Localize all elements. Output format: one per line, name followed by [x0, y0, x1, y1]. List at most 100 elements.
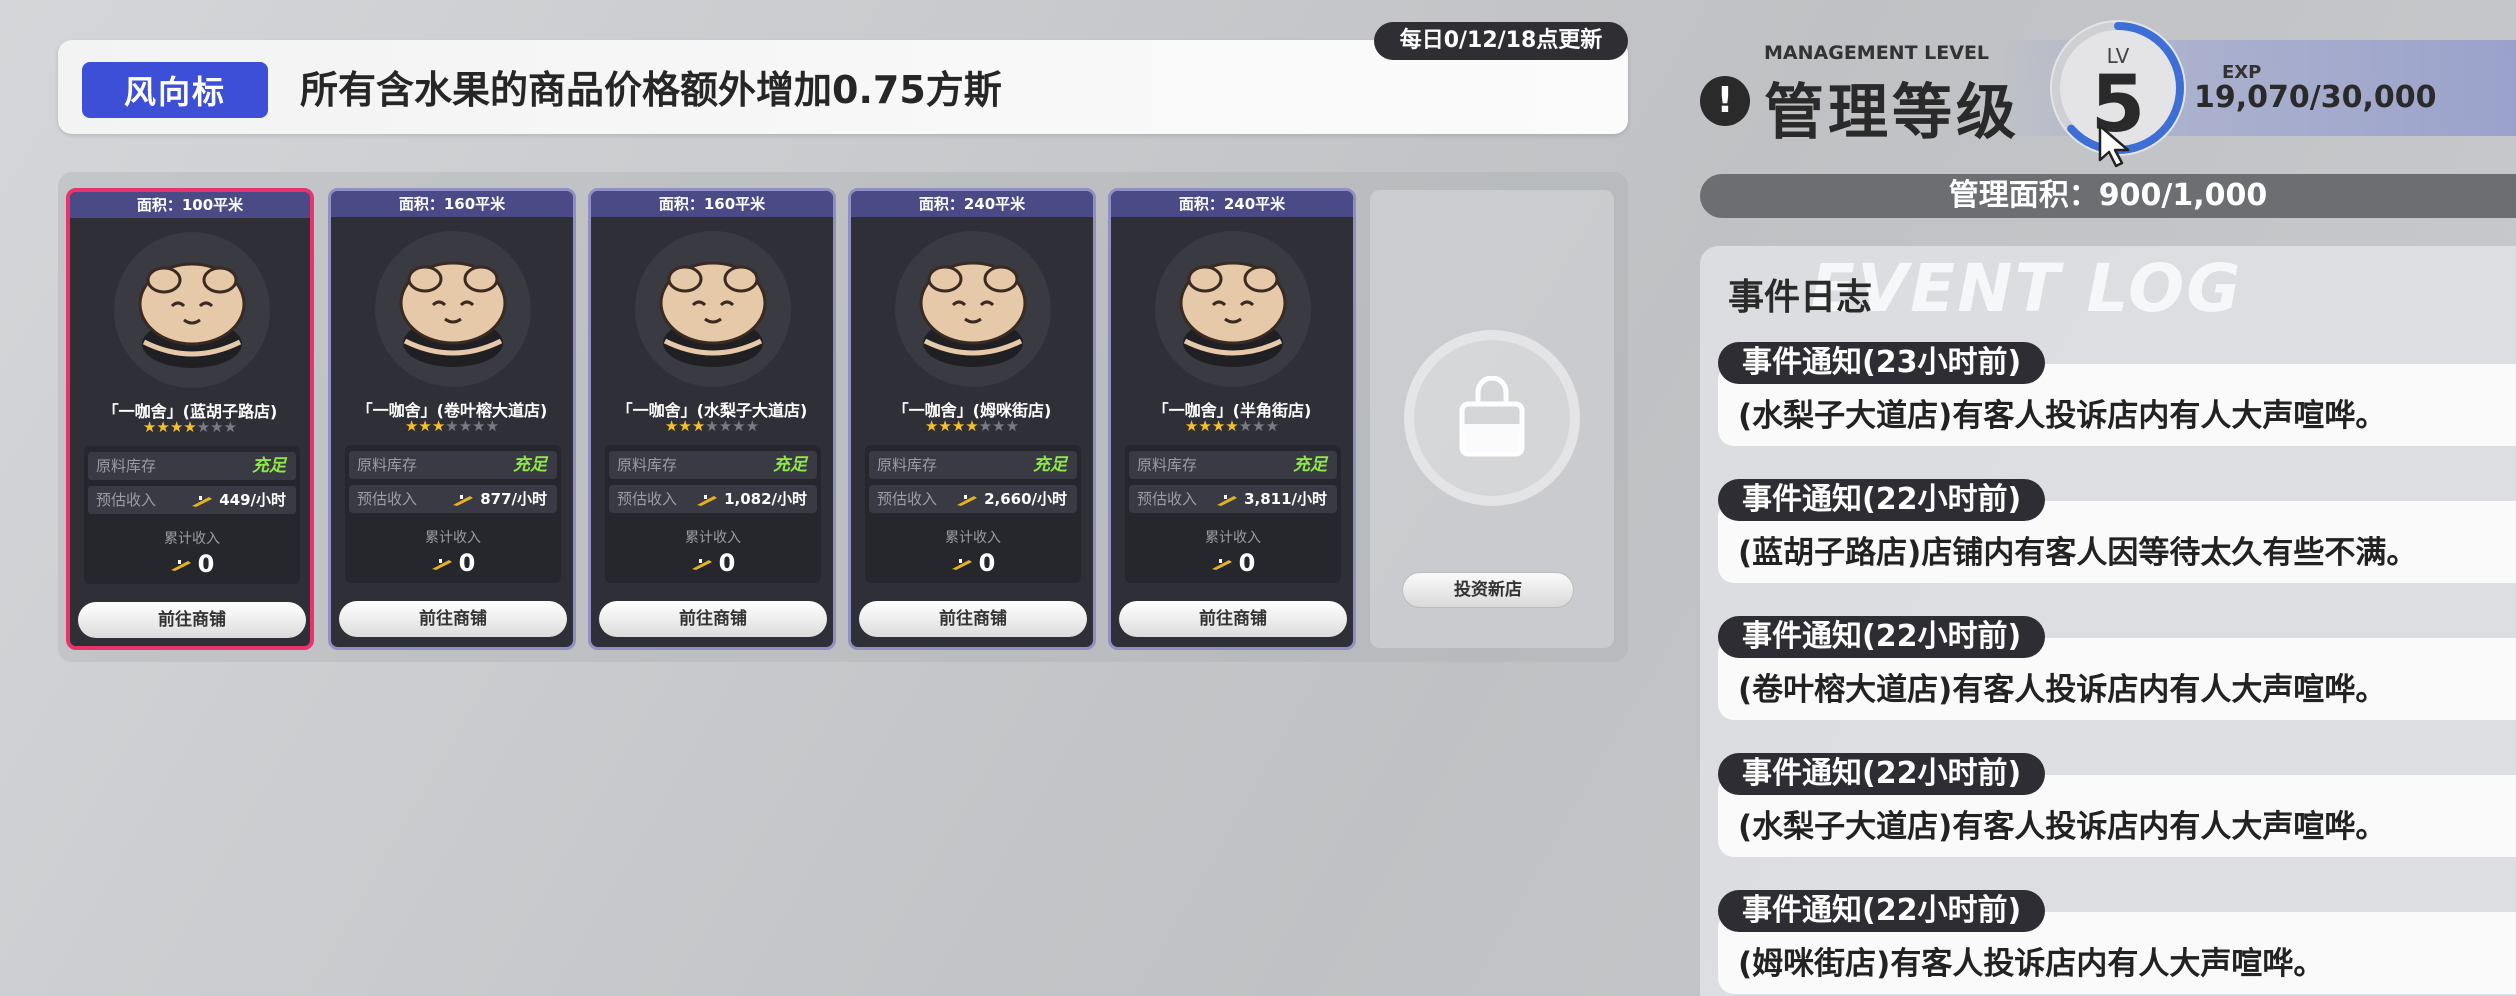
shop-area-label: 面积：160平米: [331, 191, 573, 217]
event-entry: (水梨子大道店)有客人投诉店内有人大声喧哗。 事件通知(22小时前): [1718, 753, 2516, 857]
shop-card[interactable]: 面积：160平米 「一咖舍」(水梨子大道店) ★★★★★★★ 原料库存 充足 预估收入 1,…: [588, 188, 836, 650]
shop-mascot-icon: [1179, 261, 1287, 367]
star-icon: ★: [210, 418, 224, 436]
shop-card[interactable]: 面积：240平米 「一咖舍」(半角街店) ★★★★★★★ 原料库存 充足 预估收入 3,81…: [1108, 188, 1356, 650]
accum-label: 累计收入: [164, 531, 220, 547]
mouse-cursor-icon: [2098, 124, 2130, 168]
star-icon: ★: [142, 418, 157, 436]
accum-value-wrap: 0: [865, 549, 1081, 577]
new-shop-ring: [1404, 330, 1580, 506]
stock-label: 原料库存: [877, 456, 938, 474]
income-row: 预估收入 3,811/小时: [1129, 485, 1337, 513]
star-icon: ★: [458, 417, 473, 435]
shop-portrait: [635, 231, 791, 387]
accum-value: 0: [718, 549, 736, 577]
income-row: 预估收入 449/小时: [88, 486, 296, 514]
shop-card[interactable]: 面积：160平米 「一咖舍」(卷叶榕大道店) ★★★★★★★ 原料库存 充足 预估收入 87…: [328, 188, 576, 650]
shop-rating: ★★★★★★★: [70, 418, 310, 436]
event-log-panel[interactable]: EVENT LOG 事件日志 (水梨子大道店)有客人投诉店内有人大声喧哗。 事件通…: [1700, 246, 2516, 996]
event-entry: (蓝胡子路店)店铺内有客人因等待太久有些不满。 事件通知(22小时前): [1718, 479, 2516, 583]
star-icon: ★: [924, 417, 939, 435]
shop-stats: 原料库存 充足预估收入 449/小时累计收入 0: [84, 446, 300, 584]
star-icon: ★: [445, 417, 459, 435]
coin-icon: [957, 494, 978, 506]
shop-card[interactable]: 面积：240平米 「一咖舍」(姆咪街店) ★★★★★★★ 原料库存 充足 预估收入 2,66…: [848, 188, 1096, 650]
star-icon: ★: [978, 417, 993, 435]
star-icon: ★: [196, 418, 211, 436]
stock-value: 充足: [773, 455, 807, 475]
accum-value-wrap: 0: [1125, 549, 1341, 577]
star-icon: ★: [1252, 417, 1266, 435]
star-icon: ★: [718, 417, 733, 435]
shop-rating: ★★★★★★★: [591, 417, 833, 435]
coin-icon: [951, 559, 972, 570]
shop-card[interactable]: 面积：100平米 「一咖舍」(蓝胡子路店) ★★★★★★★ 原料库存 充足 预估收入 449…: [66, 188, 314, 650]
shop-stats: 原料库存 充足 预估收入 877/小时 累计收入 0: [345, 445, 561, 583]
accum-label: 累计收入: [425, 530, 481, 546]
coin-icon: [691, 559, 712, 570]
star-icon: ★: [732, 417, 746, 435]
income-value: 449/小时: [219, 491, 286, 509]
income-row: 预估收入 1,082/小时: [609, 485, 817, 513]
shop-portrait: [895, 231, 1051, 387]
stock-row: 原料库存 充足: [349, 451, 557, 479]
shop-mascot-icon: [399, 261, 507, 367]
star-icon: ★: [1238, 417, 1253, 435]
income-value-wrap: 1,082/小时: [696, 485, 807, 513]
shop-portrait: [375, 231, 531, 387]
shop-stats: 原料库存 充足 预估收入 2,660/小时 累计收入 0: [865, 445, 1081, 583]
stock-value: 充足: [252, 456, 286, 476]
alert-icon[interactable]: !: [1700, 76, 1750, 126]
shop-portrait: [1155, 231, 1311, 387]
star-icon: ★: [678, 417, 692, 435]
stock-row: 原料库存 充足: [88, 452, 296, 480]
star-icon: ★: [705, 417, 719, 435]
income-label: 预估收入: [1137, 490, 1198, 508]
go-to-shop-button[interactable]: 前往商铺: [859, 601, 1087, 637]
income-value: 1,082/小时: [724, 490, 807, 508]
stock-label: 原料库存: [617, 456, 678, 474]
shop-area-label: 面积：160平米: [591, 191, 833, 217]
stock-value: 充足: [1293, 455, 1327, 475]
star-icon: ★: [691, 417, 706, 435]
star-icon: ★: [223, 418, 238, 436]
star-icon: ★: [431, 417, 446, 435]
star-icon: ★: [1198, 417, 1212, 435]
go-to-shop-button[interactable]: 前往商铺: [339, 601, 567, 637]
stock-row: 原料库存 充足: [869, 451, 1077, 479]
accum-label: 累计收入: [685, 530, 741, 546]
star-icon: ★: [1225, 417, 1239, 435]
stock-label: 原料库存: [96, 457, 157, 475]
invest-new-shop-button[interactable]: 投资新店: [1402, 572, 1574, 608]
go-to-shop-button[interactable]: 前往商铺: [1119, 601, 1347, 637]
go-to-shop-button[interactable]: 前往商铺: [599, 601, 827, 637]
accum-label: 累计收入: [1205, 530, 1261, 546]
coin-icon: [697, 494, 718, 506]
trend-tag: 风向标: [82, 62, 268, 118]
star-icon: ★: [156, 418, 170, 436]
event-head: 事件通知(22小时前): [1718, 890, 2046, 932]
shop-mascot-icon: [919, 261, 1027, 367]
income-row: 预估收入 877/小时: [349, 485, 557, 513]
event-log-title: 事件日志: [1728, 277, 1873, 318]
trend-message: 所有含水果的商品价格额外增加0.75方斯: [300, 68, 1002, 112]
star-icon: ★: [1005, 417, 1020, 435]
shop-stats: 原料库存 充足 预估收入 3,811/小时 累计收入 0: [1125, 445, 1341, 583]
accum-label: 累计收入: [945, 530, 1001, 546]
new-shop-slot[interactable]: 投资新店: [1370, 190, 1614, 648]
income-value: 3,811/小时: [1244, 490, 1327, 508]
management-level-en: MANAGEMENT LEVEL: [1764, 42, 1990, 64]
accum-value-wrap: 0: [84, 550, 300, 578]
stock-label: 原料库存: [357, 456, 418, 474]
income-label: 预估收入: [617, 490, 678, 508]
star-icon: ★: [992, 417, 1006, 435]
coin-icon: [1217, 494, 1238, 506]
coin-icon: [431, 559, 452, 570]
event-entry: (水梨子大道店)有客人投诉店内有人大声喧哗。 事件通知(23小时前): [1718, 342, 2516, 446]
star-icon: ★: [404, 417, 419, 435]
shop-mascot-icon: [659, 261, 767, 367]
star-icon: ★: [951, 417, 966, 435]
shop-portrait: [114, 232, 270, 388]
go-to-shop-button[interactable]: 前往商铺: [78, 602, 306, 638]
income-value: 877/小时: [480, 490, 547, 508]
